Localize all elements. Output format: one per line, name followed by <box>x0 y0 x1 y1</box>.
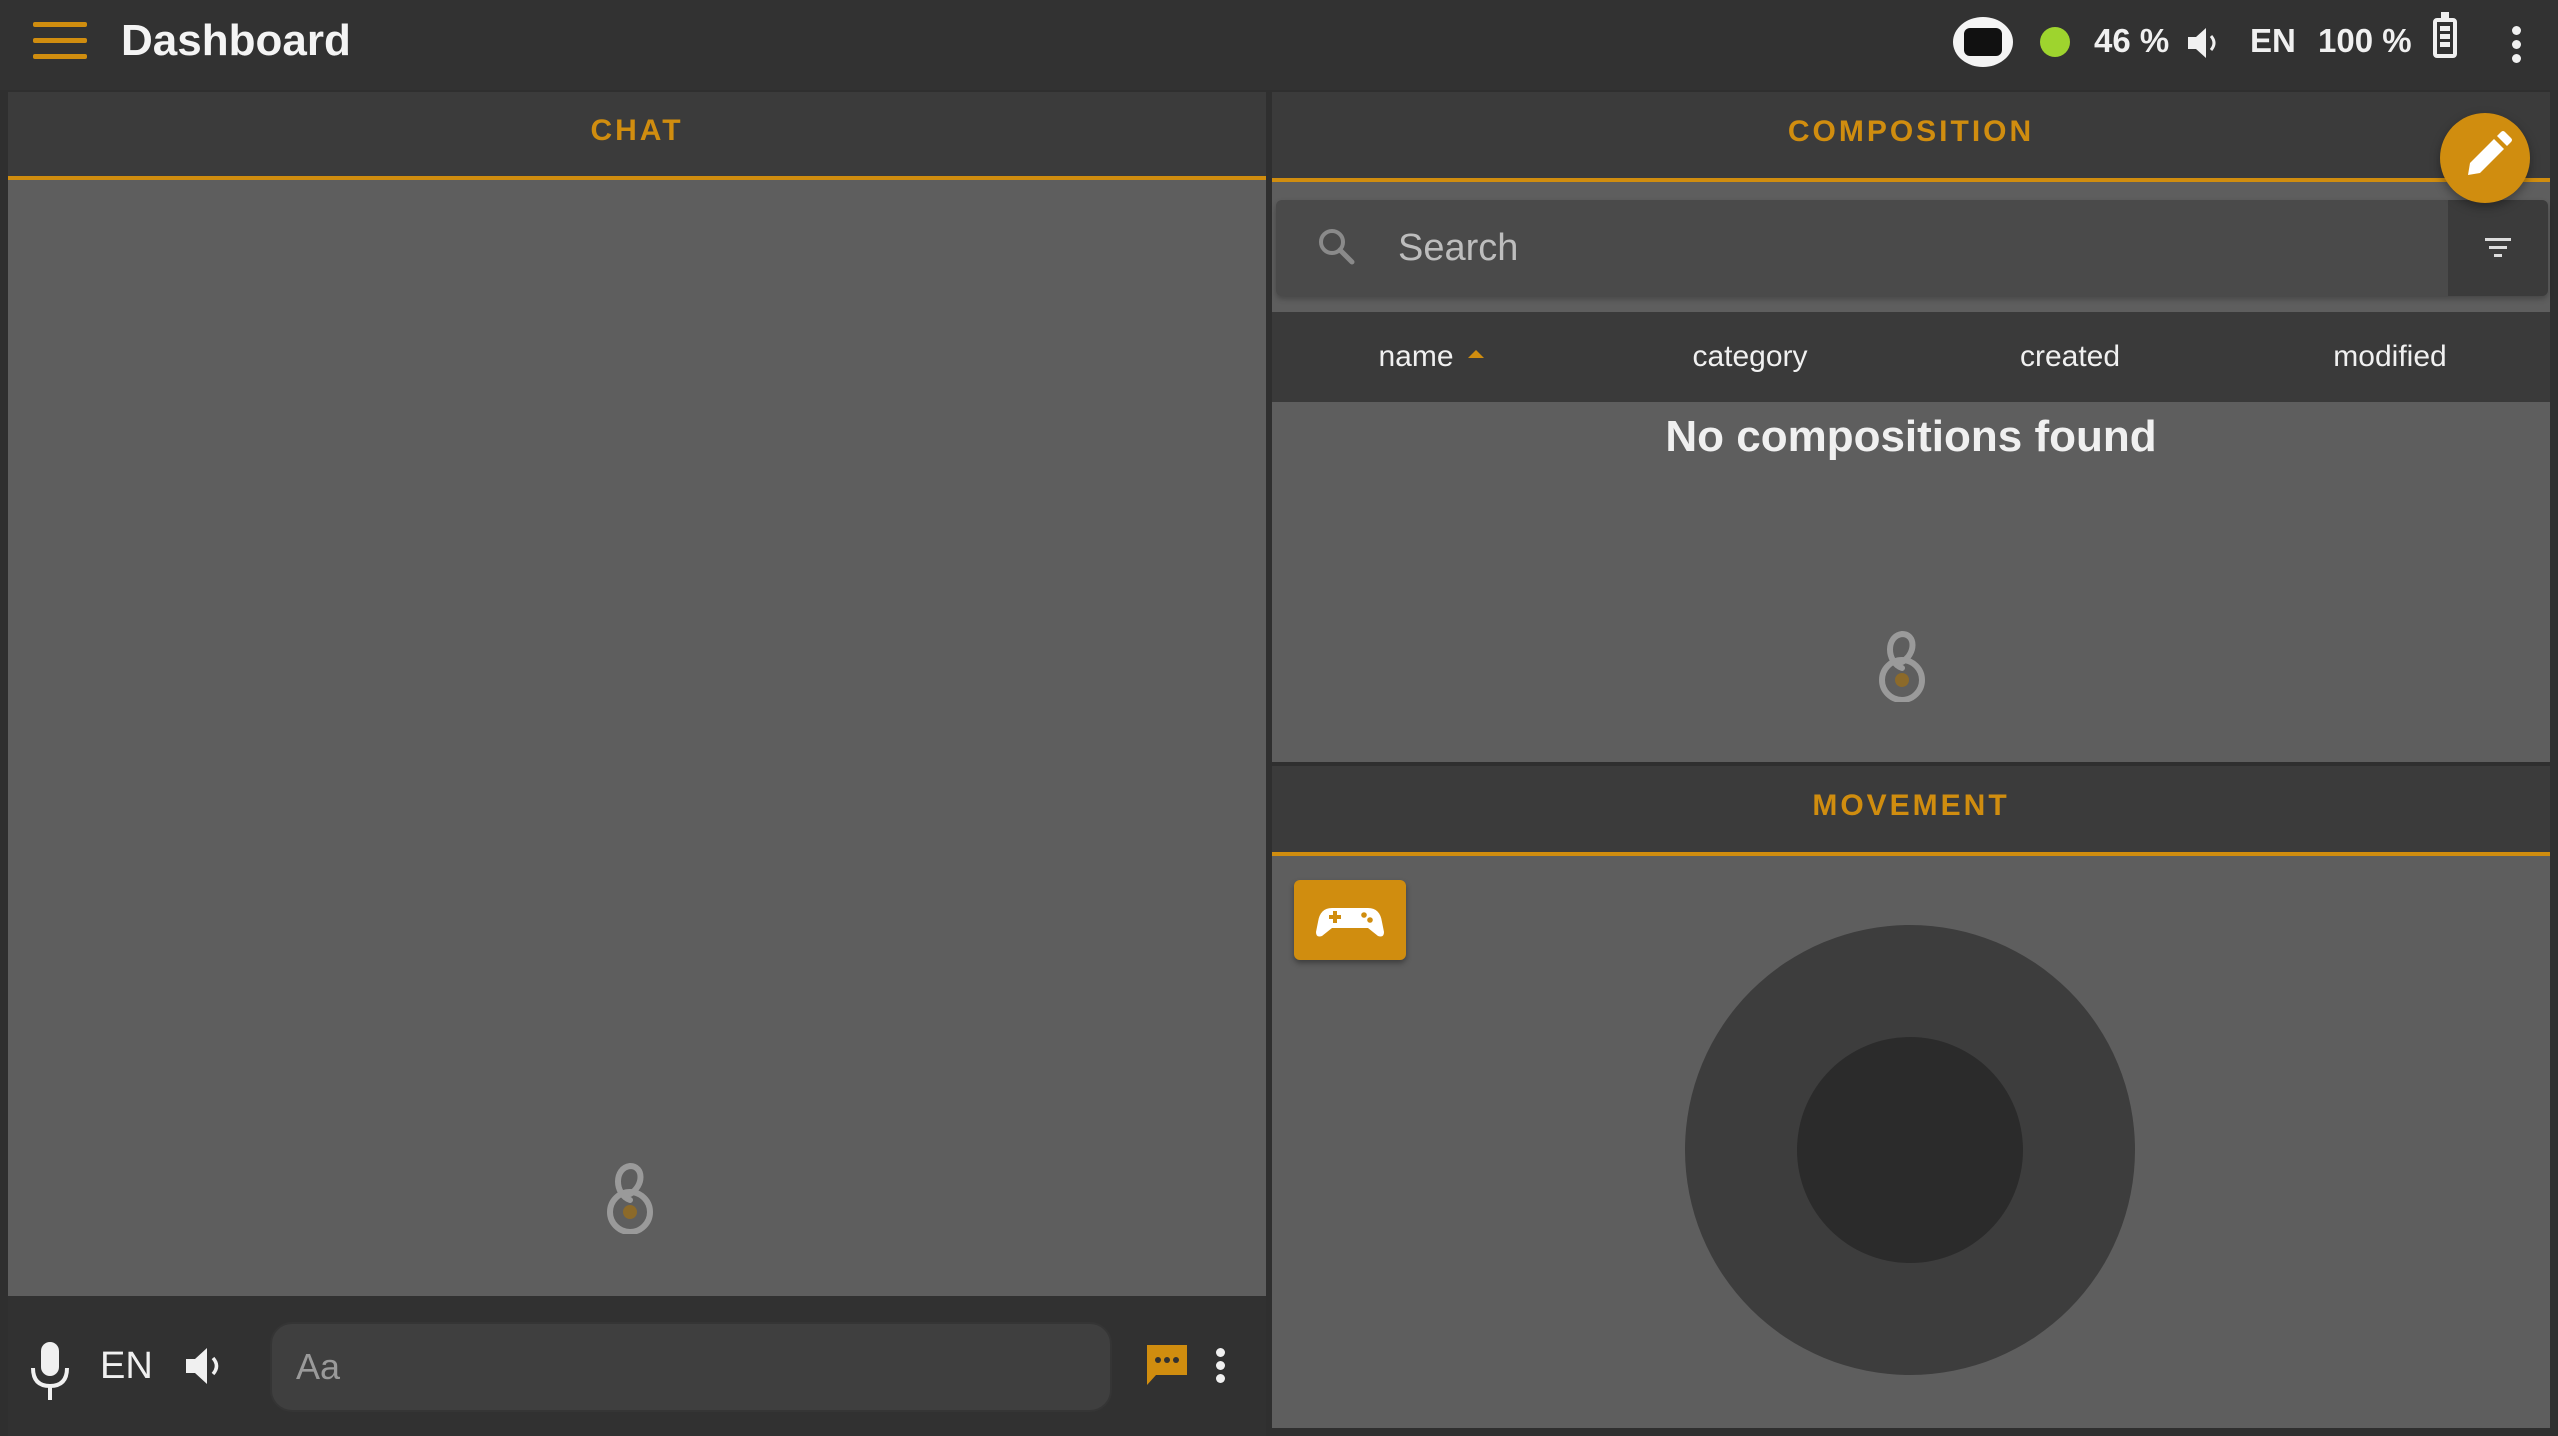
language-indicator[interactable]: EN <box>2250 20 2296 62</box>
app-logo-icon <box>607 1162 653 1234</box>
battery-level: 100 % <box>2318 22 2412 59</box>
volume-level: 46 % <box>2094 22 2170 59</box>
search-icon <box>1319 229 1355 265</box>
column-header-category[interactable]: category <box>1590 312 1910 402</box>
battery-icon <box>2433 12 2457 58</box>
movement-panel: MOVEMENT <box>1272 766 2550 1428</box>
column-header-modified[interactable]: modified <box>2230 312 2550 402</box>
column-header-name[interactable]: name <box>1272 312 1590 402</box>
app-logo-icon <box>1879 630 1925 702</box>
chat-panel-title: CHAT <box>8 92 1266 180</box>
speaker-icon[interactable] <box>183 1344 227 1388</box>
filter-button[interactable] <box>2448 200 2548 296</box>
gamepad-icon <box>1316 908 1384 937</box>
gamepad-toggle-button[interactable] <box>1294 880 1406 960</box>
page-title: Dashboard <box>121 16 351 65</box>
chat-more-options-icon[interactable] <box>1216 1348 1226 1384</box>
joystick-knob[interactable] <box>1797 1037 2023 1263</box>
chat-panel: CHAT EN <box>8 92 1266 1436</box>
microphone-icon[interactable] <box>28 1340 72 1402</box>
top-app-bar: Dashboard 46 % EN 100 % <box>0 0 2558 90</box>
chat-message-input[interactable] <box>270 1322 1112 1412</box>
chat-language-toggle[interactable]: EN <box>100 1344 153 1388</box>
menu-icon[interactable] <box>33 20 87 62</box>
movement-panel-title: MOVEMENT <box>1272 766 2550 856</box>
connection-status-icon <box>2040 27 2070 57</box>
search-input[interactable] <box>1398 214 2398 282</box>
edit-fab-button[interactable] <box>2440 113 2530 203</box>
composition-panel: COMPOSITION name category created modifi… <box>1272 92 2550 762</box>
joystick-base[interactable] <box>1685 925 2135 1375</box>
empty-state-message: No compositions found <box>1665 412 2157 461</box>
composition-panel-title: COMPOSITION <box>1272 92 2550 182</box>
column-header-created[interactable]: created <box>1910 312 2230 402</box>
volume-icon[interactable] <box>2186 24 2220 62</box>
more-options-icon[interactable] <box>2512 24 2522 64</box>
composition-table-header: name category created modified <box>1272 312 2550 402</box>
sort-ascending-icon <box>1467 350 1484 358</box>
send-message-icon[interactable] <box>1144 1342 1190 1388</box>
chat-input-bar: EN <box>8 1296 1266 1436</box>
composition-search-bar <box>1276 200 2548 296</box>
pencil-icon <box>2468 131 2512 175</box>
screen-icon[interactable] <box>1953 17 2013 67</box>
